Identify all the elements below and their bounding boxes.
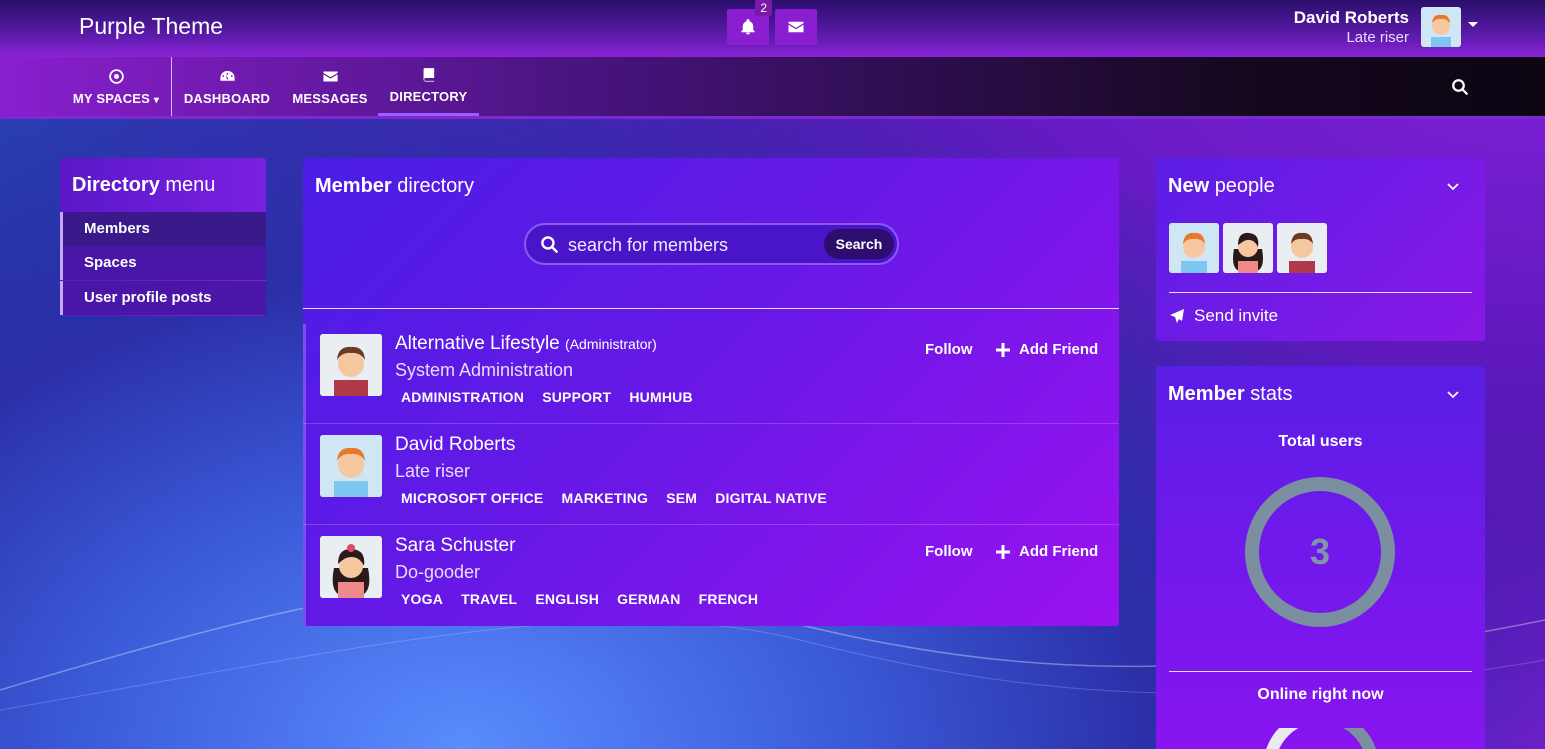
top-bar: Purple Theme 2 David Roberts Late riser xyxy=(0,0,1545,57)
member-name[interactable]: Alternative Lifestyle (Administrator) xyxy=(395,333,657,355)
target-icon xyxy=(108,68,124,84)
row-divider xyxy=(303,423,1119,424)
tag[interactable]: FRENCH xyxy=(699,591,759,607)
plus-icon xyxy=(996,342,1010,357)
follow-button[interactable]: Follow xyxy=(925,341,973,358)
member-avatar[interactable] xyxy=(320,435,382,497)
member-row: David Roberts Late riser MICROSOFT OFFIC… xyxy=(303,425,1119,526)
row-divider xyxy=(303,524,1119,525)
member-stats-panel: Member stats Total users 3 Online right … xyxy=(1156,366,1485,749)
follow-button[interactable]: Follow xyxy=(925,543,973,560)
envelope-icon xyxy=(788,21,804,33)
envelope-icon xyxy=(322,71,338,81)
chevron-down-icon[interactable] xyxy=(1447,180,1459,192)
nav-messages[interactable]: MESSAGES xyxy=(292,57,368,116)
member-search-input[interactable] xyxy=(568,233,818,257)
tag[interactable]: GERMAN xyxy=(617,591,680,607)
member-directory-panel: Member directory Search Alternative Life… xyxy=(303,158,1119,627)
add-friend-button[interactable]: Add Friend xyxy=(996,341,1098,358)
user-menu-caret[interactable] xyxy=(1468,22,1478,27)
member-title: Late riser xyxy=(395,461,471,481)
user-avatar[interactable] xyxy=(1421,7,1461,47)
member-avatar[interactable] xyxy=(320,334,382,396)
divider xyxy=(1169,671,1472,672)
member-row: Alternative Lifestyle (Administrator) Sy… xyxy=(303,324,1119,425)
online-ring xyxy=(1266,728,1376,749)
member-avatar[interactable] xyxy=(320,536,382,598)
member-tags: MICROSOFT OFFICE MARKETING SEM DIGITAL N… xyxy=(401,490,841,506)
member-directory-title: Member directory xyxy=(315,175,474,197)
add-friend-label: Add Friend xyxy=(1019,341,1099,358)
member-tags: ADMINISTRATION SUPPORT HUMHUB xyxy=(401,389,707,405)
member-name[interactable]: Sara Schuster xyxy=(395,535,515,557)
add-friend-button[interactable]: Add Friend xyxy=(996,543,1098,560)
new-people-title: New people xyxy=(1168,175,1275,197)
user-status: Late riser xyxy=(1346,29,1409,46)
new-person-avatar[interactable] xyxy=(1223,223,1273,273)
new-person-avatar[interactable] xyxy=(1169,223,1219,273)
menu-item-members[interactable]: Members xyxy=(60,212,266,246)
paper-plane-icon xyxy=(1170,309,1184,323)
tag[interactable]: TRAVEL xyxy=(461,591,517,607)
menu-item-spaces[interactable]: Spaces xyxy=(60,246,266,280)
tag[interactable]: HUMHUB xyxy=(629,389,692,405)
tag[interactable]: YOGA xyxy=(401,591,443,607)
notifications-button[interactable]: 2 xyxy=(727,0,772,45)
member-row: Sara Schuster Do-gooder YOGA TRAVEL ENGL… xyxy=(303,526,1119,627)
search-icon xyxy=(541,236,558,253)
search-button[interactable]: Search xyxy=(824,229,894,259)
new-person-avatar[interactable] xyxy=(1277,223,1327,273)
tag[interactable]: MARKETING xyxy=(562,490,649,506)
messages-button[interactable] xyxy=(775,9,817,45)
tag[interactable]: SUPPORT xyxy=(542,389,611,405)
total-users-label: Total users xyxy=(1278,433,1363,450)
nav-my-spaces[interactable]: MY SPACES ▾ xyxy=(72,57,160,116)
bell-icon xyxy=(741,19,755,35)
nav-dashboard[interactable]: DASHBOARD xyxy=(184,57,270,116)
member-name[interactable]: David Roberts xyxy=(395,434,515,456)
member-tags: YOGA TRAVEL ENGLISH GERMAN FRENCH xyxy=(401,591,772,607)
directory-menu-panel: Directory menu Members Spaces User profi… xyxy=(60,158,266,316)
chevron-down-icon[interactable] xyxy=(1447,388,1459,400)
directory-menu-title: Directory menu xyxy=(72,174,216,196)
nav-separator xyxy=(171,57,172,116)
member-search: Search xyxy=(524,223,899,265)
nav-label: MY SPACES xyxy=(72,90,151,106)
tag[interactable]: MICROSOFT OFFICE xyxy=(401,490,543,506)
brand-title[interactable]: Purple Theme xyxy=(79,13,223,40)
nav-label: DIRECTORY xyxy=(389,89,468,104)
member-stats-title: Member stats xyxy=(1168,383,1293,405)
online-now-label: Online right now xyxy=(1257,686,1384,703)
nav-bar: MY SPACES ▾ DASHBOARD MESSAGES DIRECTORY xyxy=(0,57,1545,119)
tag[interactable]: ENGLISH xyxy=(535,591,599,607)
notification-badge: 2 xyxy=(755,0,772,16)
send-invite-label: Send invite xyxy=(1194,306,1279,325)
member-title: System Administration xyxy=(395,360,574,380)
member-title: Do-gooder xyxy=(395,562,481,582)
tag[interactable]: ADMINISTRATION xyxy=(401,389,524,405)
divider xyxy=(303,308,1119,309)
nav-directory[interactable]: DIRECTORY xyxy=(378,57,479,116)
new-people-panel: New people Send invite xyxy=(1156,158,1485,341)
menu-item-user-profile-posts[interactable]: User profile posts xyxy=(60,281,266,315)
tag[interactable]: SEM xyxy=(666,490,697,506)
total-users-value: 3 xyxy=(1309,531,1331,572)
plus-icon xyxy=(996,544,1010,559)
dashboard-icon xyxy=(219,70,235,81)
user-name: David Roberts xyxy=(1293,8,1409,27)
send-invite-link[interactable]: Send invite xyxy=(1169,306,1278,326)
user-info[interactable]: David Roberts Late riser xyxy=(1294,7,1409,47)
nav-label: MESSAGES xyxy=(292,90,368,106)
add-friend-label: Add Friend xyxy=(1019,543,1099,560)
divider xyxy=(1169,292,1472,293)
nav-label: DASHBOARD xyxy=(183,90,271,106)
search-icon[interactable] xyxy=(1451,78,1469,96)
book-icon xyxy=(423,68,435,82)
tag[interactable]: DIGITAL NATIVE xyxy=(715,490,827,506)
